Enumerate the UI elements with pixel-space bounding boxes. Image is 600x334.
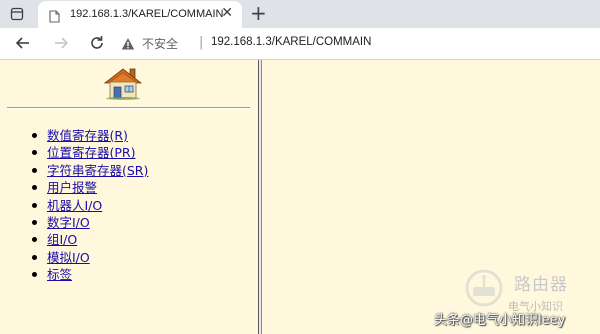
new-tab-icon[interactable]: + (250, 3, 267, 23)
bullet-icon (32, 219, 37, 225)
menu-item-string-register: 字符串寄存器(SR) (30, 162, 148, 179)
menu-item-robot-io: 机器人I/O (30, 197, 148, 214)
warning-icon[interactable] (121, 36, 135, 50)
menu-item-digital-io: 数字I/O (30, 214, 148, 231)
bullet-icon (32, 185, 37, 191)
menu-list: 数值寄存器(R) 位置寄存器(PR) 字符串寄存器(SR) 用户报警 机器人I/… (30, 127, 148, 284)
bullet-icon (32, 202, 37, 208)
bullet-icon (32, 272, 37, 278)
router-logo-icon (462, 268, 506, 308)
link-label[interactable]: 标签 (47, 267, 72, 282)
forward-arrow-icon[interactable] (52, 34, 70, 52)
link-numeric-register[interactable]: 数值寄存器(R) (47, 128, 128, 143)
browser-toolbar: 不安全 | 192.168.1.3/KAREL/COMMAIN (0, 28, 600, 60)
menu-item-user-alarm: 用户报警 (30, 179, 148, 196)
menu-item-position-register: 位置寄存器(PR) (30, 144, 148, 161)
bullet-icon (32, 237, 37, 243)
url-separator: | (199, 35, 204, 50)
tab-strip: 192.168.1.3/KAREL/COMMAIN ✕ + (0, 0, 600, 28)
bullet-icon (32, 254, 37, 260)
reload-icon[interactable] (88, 34, 106, 52)
menu-item-numeric-register: 数值寄存器(R) (30, 127, 148, 144)
back-arrow-icon[interactable] (14, 34, 32, 52)
link-robot-io[interactable]: 机器人I/O (47, 198, 102, 213)
navigation-frame: 数值寄存器(R) 位置寄存器(PR) 字符串寄存器(SR) 用户报警 机器人I/… (0, 60, 258, 334)
link-digital-io[interactable]: 数字I/O (47, 215, 90, 230)
browser-tab[interactable]: 192.168.1.3/KAREL/COMMAIN ✕ (38, 1, 242, 28)
link-user-alarm[interactable]: 用户报警 (47, 180, 97, 195)
security-status-text[interactable]: 不安全 (142, 35, 178, 52)
watermark-brand: 路由器 (514, 275, 568, 295)
divider-line (7, 107, 250, 109)
link-string-register[interactable]: 字符串寄存器(SR) (47, 163, 148, 178)
window-menu-icon[interactable] (10, 7, 24, 21)
home-icon[interactable] (103, 66, 143, 100)
menu-item-analog-io: 模拟I/O (30, 249, 148, 266)
menu-item-label: 标签 (30, 266, 148, 283)
bullet-icon (32, 150, 37, 156)
bullet-icon (32, 133, 37, 138)
tab-title: 192.168.1.3/KAREL/COMMAIN (70, 8, 224, 20)
menu-item-group-io: 组I/O (30, 231, 148, 248)
page-favicon-icon (48, 8, 61, 23)
address-bar[interactable]: 不安全 | 192.168.1.3/KAREL/COMMAIN (120, 34, 590, 52)
link-group-io[interactable]: 组I/O (47, 232, 77, 247)
link-analog-io[interactable]: 模拟I/O (47, 250, 90, 265)
watermark-credit: 头条@电气小知识leey (434, 313, 566, 328)
url-text[interactable]: 192.168.1.3/KAREL/COMMAIN (211, 36, 371, 48)
close-tab-icon[interactable]: ✕ (221, 6, 233, 20)
bullet-icon (32, 167, 37, 173)
link-position-register[interactable]: 位置寄存器(PR) (47, 145, 135, 160)
